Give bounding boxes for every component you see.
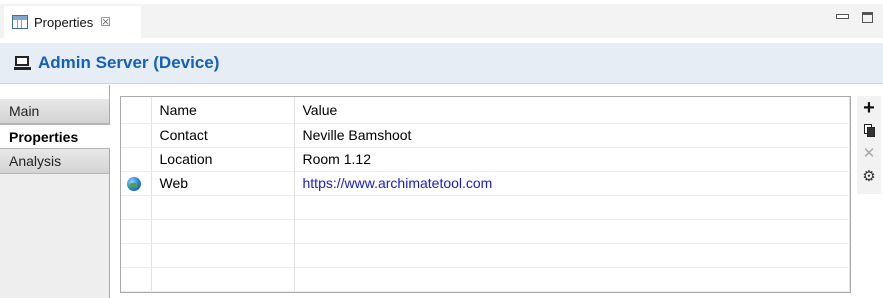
tab-main[interactable]: Main <box>0 99 110 124</box>
element-title: Admin Server (Device) <box>38 53 220 72</box>
add-icon[interactable]: + <box>857 97 881 119</box>
minimize-icon[interactable] <box>836 12 849 22</box>
globe-icon[interactable] <box>127 177 141 192</box>
property-name[interactable]: Contact <box>151 123 295 148</box>
properties-view-tab[interactable]: Properties ☒ <box>4 6 141 38</box>
maximize-icon[interactable] <box>862 12 873 23</box>
property-value-link[interactable]: https://www.archimatetool.com <box>294 171 850 196</box>
section-tabs: Main Properties Analysis <box>0 85 110 298</box>
element-header: Admin Server (Device) <box>0 43 883 84</box>
tab-properties[interactable]: Properties <box>0 124 110 149</box>
property-name[interactable]: Web <box>151 171 295 196</box>
property-name[interactable]: Location <box>151 147 295 172</box>
row-icon-cell <box>121 171 152 196</box>
table-row[interactable]: Location Room 1.12 <box>121 147 850 172</box>
table-header-row: Name Value <box>121 97 850 124</box>
copy-icon[interactable] <box>857 121 881 141</box>
property-value[interactable]: Neville Bamshoot <box>294 123 850 148</box>
row-icon-cell <box>121 147 152 172</box>
gear-icon[interactable]: ⚙ <box>857 166 881 186</box>
property-value[interactable]: Room 1.12 <box>294 147 850 172</box>
view-tab-label: Properties <box>34 14 94 30</box>
tab-filler <box>0 174 110 298</box>
table-icon <box>12 15 28 29</box>
tab-analysis[interactable]: Analysis <box>0 149 110 174</box>
table-row <box>121 195 850 220</box>
table-row[interactable]: Web https://www.archimatetool.com <box>121 171 850 196</box>
table-row[interactable]: Contact Neville Bamshoot <box>121 123 850 148</box>
table-row <box>121 267 850 292</box>
column-header-name[interactable]: Name <box>151 97 295 124</box>
close-icon[interactable]: ☒ <box>100 15 111 29</box>
column-header-icon <box>121 97 152 124</box>
properties-toolbar: + ✕ ⚙ <box>857 96 881 194</box>
column-header-value[interactable]: Value <box>294 97 850 124</box>
remove-icon[interactable]: ✕ <box>857 143 881 163</box>
row-icon-cell <box>121 123 152 148</box>
table-row <box>121 243 850 268</box>
device-icon <box>14 56 31 70</box>
table-row <box>121 219 850 244</box>
view-titlebar: Properties ☒ <box>0 0 883 43</box>
properties-table[interactable]: Name Value Contact Neville Bamshoot Loca… <box>120 96 851 293</box>
